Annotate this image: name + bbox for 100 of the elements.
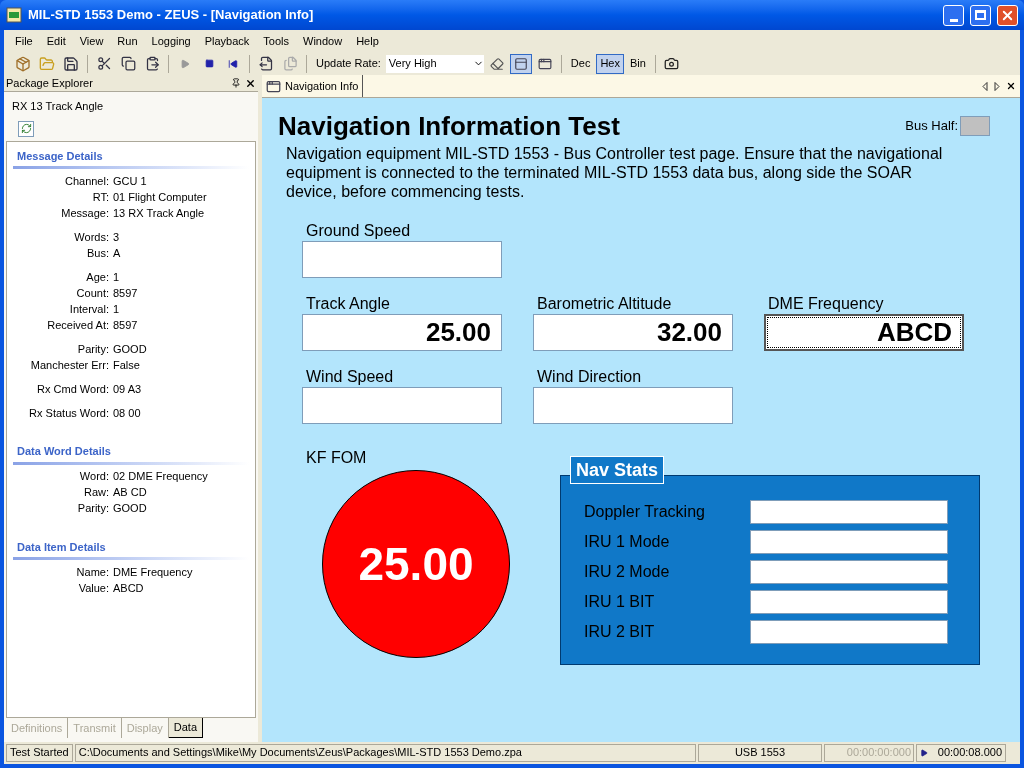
panel-title: Package Explorer (6, 75, 93, 91)
stat-field[interactable] (750, 620, 948, 644)
stat-label: IRU 2 Mode (584, 562, 671, 582)
menu-item[interactable]: Tools (256, 32, 297, 50)
stat-field[interactable] (750, 560, 948, 584)
detail-value: 01 Flight Computer (112, 189, 207, 205)
status-start-time: 00:00:00:000 (824, 743, 914, 762)
detail-label: Value: (77, 580, 109, 596)
stat-field[interactable] (750, 530, 948, 554)
status-path: C:\Documents and Settings\Mike\My Documents\Zeus\Packages\MIL-STD 1553 Demo.zpa (74, 743, 696, 762)
detail-label: Interval: (68, 301, 109, 317)
scroll-right-icon[interactable] (994, 81, 1000, 91)
value-field[interactable]: 25.00 (302, 314, 502, 351)
section-title: Data Word Details (16, 444, 112, 459)
detail-value: 1 (112, 269, 120, 285)
value-field[interactable] (302, 387, 502, 424)
detail-value: AB CD (112, 485, 147, 501)
detail-value: GOOD (112, 341, 147, 357)
format-button[interactable]: Dec (566, 53, 595, 74)
kf-fom-gauge: 25.00 (322, 470, 510, 658)
close-icon[interactable] (245, 77, 256, 89)
bus-half-indicator (960, 116, 990, 136)
maximize-button[interactable] (970, 4, 991, 26)
scroll-left-icon[interactable] (982, 81, 988, 91)
nav-stats-title: Nav Stats (570, 456, 665, 484)
field-label: Ground Speed (305, 221, 412, 241)
section-title: Message Details (16, 148, 104, 164)
value-field[interactable] (302, 241, 502, 278)
menu-item[interactable]: Run (110, 32, 145, 50)
detail-value: 8597 (112, 285, 138, 301)
stat-field[interactable] (750, 590, 948, 614)
value-field[interactable]: 32.00 (533, 314, 733, 351)
value-field[interactable]: ABCD (764, 314, 964, 351)
field-label: Barometric Altitude (536, 294, 673, 314)
detail-value: 09 A3 (112, 381, 142, 397)
detail-value: False (112, 357, 140, 373)
app-icon (6, 7, 22, 23)
value-field[interactable] (533, 387, 733, 424)
kf-fom-label: KF FOM (306, 448, 368, 468)
detail-value: GCU 1 (112, 173, 147, 189)
detail-label: Parity: (76, 341, 109, 357)
close-icon[interactable] (1006, 81, 1016, 91)
menu-item[interactable]: Edit (39, 32, 73, 50)
detail-label: Parity: (76, 501, 109, 517)
detail-label: Word: (78, 469, 109, 485)
description: Navigation equipment MIL-STD 1553 - Bus Controller test page. Ensure that the navigational equipment is connected to the terminated MIL-STD 1553 data bus, along side the SOAR device, before commencing tests. (285, 144, 944, 201)
menu-item[interactable]: Playback (197, 32, 257, 50)
detail-label: Bus: (86, 245, 109, 261)
pin-icon[interactable] (231, 77, 241, 88)
status-device: USB 1553 (698, 743, 822, 762)
refresh-button[interactable] (18, 120, 34, 137)
panel-icon[interactable] (509, 53, 532, 74)
menu-item[interactable]: File (8, 32, 40, 50)
status-message: Test Started (6, 743, 73, 762)
detail-value: 8597 (112, 317, 138, 333)
detail-label: Received At: (46, 317, 109, 333)
detail-value: DME Frequency (112, 564, 193, 580)
menu-item[interactable]: Window (296, 32, 350, 50)
detail-label: Count: (75, 285, 109, 301)
play-icon (920, 748, 928, 757)
stat-label: IRU 1 Mode (584, 532, 671, 552)
detail-label: Rx Status Word: (28, 405, 109, 421)
menu-item[interactable]: Logging (144, 32, 198, 50)
detail-value: 1 (112, 301, 120, 317)
status-time: 00:00:08.000 (937, 745, 1002, 761)
stat-field[interactable] (750, 500, 948, 524)
detail-value: A (112, 245, 121, 261)
window-title: MIL-STD 1553 Demo - ZEUS - [Navigation Info] (28, 6, 315, 25)
menu-item[interactable]: Help (349, 32, 386, 50)
detail-label: Age: (85, 269, 109, 285)
detail-value: ABCD (112, 580, 144, 596)
section-title: Data Item Details (16, 539, 107, 555)
close-button[interactable] (997, 4, 1018, 26)
stat-label: IRU 2 BIT (584, 622, 656, 642)
detail-value: 3 (112, 229, 120, 245)
selected-item: RX 13 Track Angle (11, 99, 105, 114)
stat-label: Doppler Tracking (584, 502, 706, 522)
field-label: Track Angle (305, 294, 391, 314)
panel-tab[interactable]: Data (168, 718, 204, 738)
detail-label: Words: (73, 229, 109, 245)
detail-label: Rx Cmd Word: (36, 381, 109, 397)
format-button[interactable]: Bin (625, 53, 650, 74)
minimize-button[interactable] (943, 4, 964, 26)
page-title: Navigation Information Test (278, 110, 620, 142)
detail-label: Name: (75, 564, 109, 580)
detail-label: Raw: (82, 485, 109, 501)
update-rate-dropdown[interactable]: Very High (385, 54, 484, 73)
field-label: Wind Speed (305, 367, 395, 387)
detail-label: Channel: (63, 173, 109, 189)
detail-label: RT: (91, 189, 109, 205)
detail-value: GOOD (112, 501, 147, 517)
detail-label: Message: (60, 205, 109, 221)
format-button[interactable]: Hex (596, 53, 624, 74)
field-label: DME Frequency (767, 294, 885, 314)
detail-label: Manchester Err: (29, 357, 109, 373)
detail-value: 13 RX Track Angle (112, 205, 205, 221)
field-label: Wind Direction (536, 367, 643, 387)
stat-label: IRU 1 BIT (584, 592, 656, 612)
update-rate-label: Update Rate: (316, 56, 381, 72)
menu-item[interactable]: View (72, 32, 111, 50)
